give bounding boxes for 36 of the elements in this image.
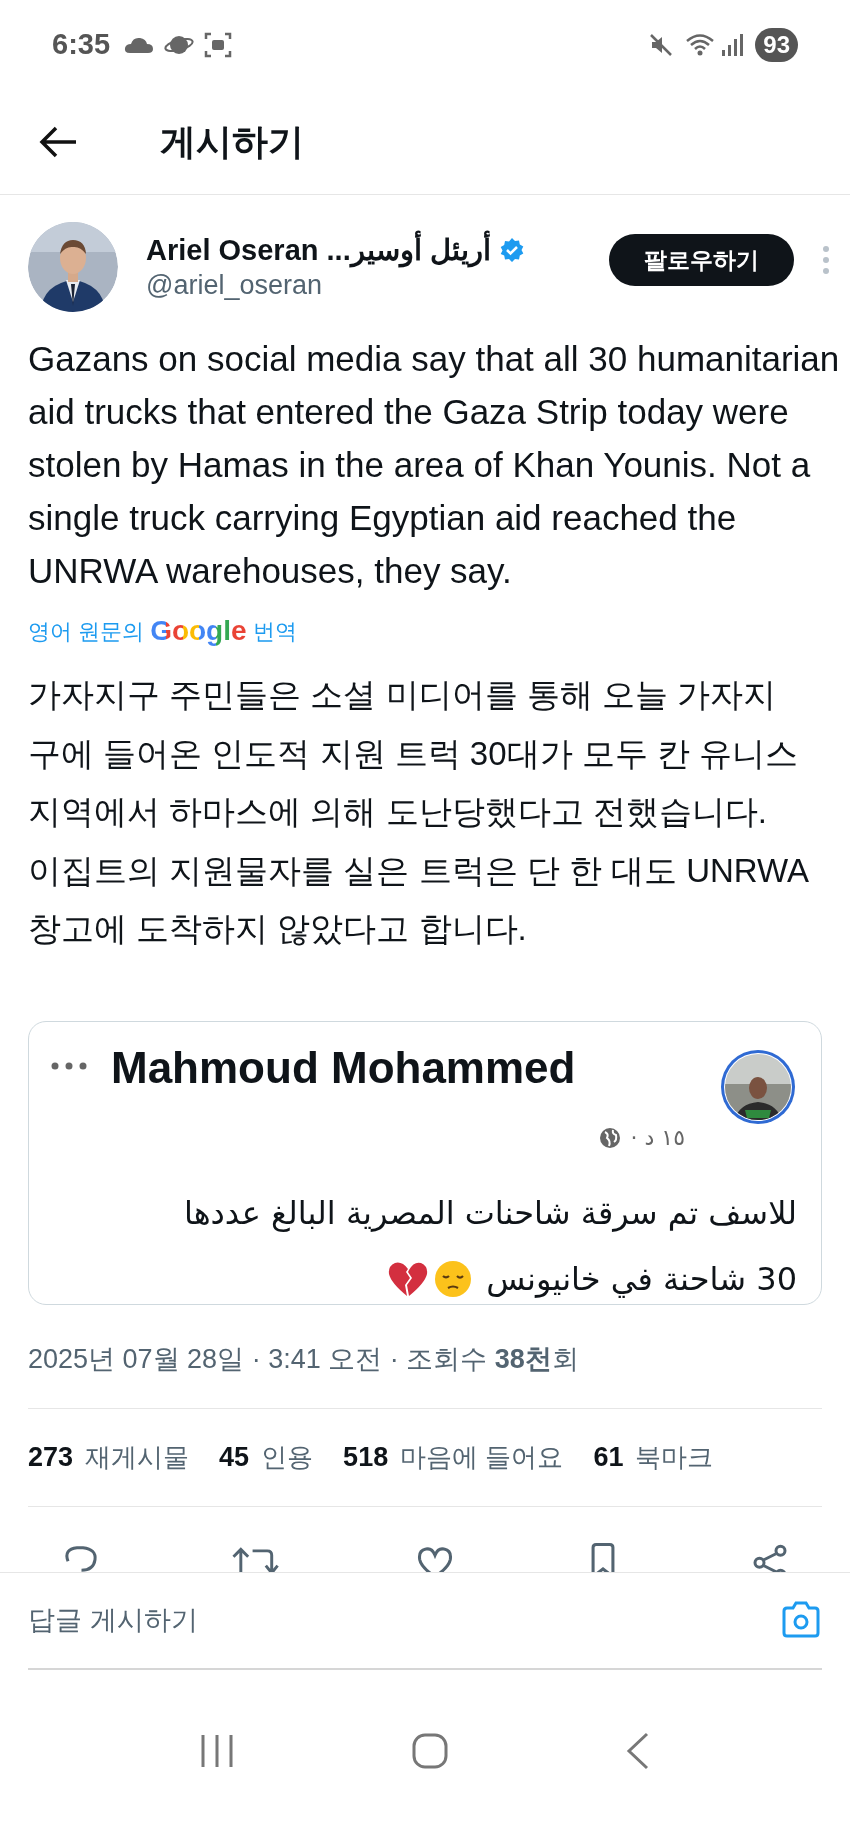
wifi-icon	[685, 32, 716, 58]
stat-label[interactable]: 북마크	[635, 1437, 714, 1477]
camera-icon[interactable]	[780, 1601, 822, 1639]
reply-placeholder[interactable]: 답글 게시하기	[28, 1599, 198, 1641]
quoted-post-text: للاسف تم سرقة شاحنات المصرية البالغ عددها	[184, 1192, 797, 1234]
sad-face-icon	[434, 1259, 473, 1298]
home-icon[interactable]	[412, 1732, 448, 1769]
back-arrow-icon[interactable]	[38, 125, 78, 159]
more-options-icon	[51, 1061, 87, 1070]
stat-count[interactable]: 518	[343, 1436, 389, 1478]
post-text: Gazans on social media say that all 30 humanitarian aid trucks that entered the Gaza Strip today were stolen by Hamas in the area of Khan Younis. Not a single truck carrying Egyptian aid reached the UNRWA warehouses, they say.	[28, 338, 841, 592]
screenshot-icon	[204, 31, 233, 59]
follow-button[interactable]: 팔로우하기	[609, 234, 794, 286]
stat-label[interactable]: 인용	[261, 1437, 314, 1477]
page-title: 게시하기	[160, 120, 304, 164]
share-icon[interactable]	[752, 1542, 788, 1572]
stat-count[interactable]: 273	[28, 1436, 74, 1478]
quoted-author-name: Mahmoud Mohammed	[111, 1043, 576, 1092]
planet-icon	[164, 33, 195, 57]
translated-text: 가자지구 주민들은 소셜 미디어를 통해 오늘 가자지구에 들어온 인도적 지원 트럭 30대가 모두 칸 유니스 지역에서 하마스에 의해 도난당했다고 전했습니다. 이집트의 지원물자를 실은 트럭은 단 한 대도 UNRWA 창고에 도착하지 않았다고 합니다.	[28, 675, 808, 949]
quoted-post-time: ١٥ د ·	[630, 1124, 685, 1152]
signal-icon	[721, 33, 744, 57]
stat-count[interactable]: 61	[593, 1436, 624, 1478]
status-time: 6:35	[52, 27, 111, 63]
stat-count[interactable]: 45	[219, 1436, 250, 1478]
cloud-icon	[124, 36, 155, 54]
battery-level: 93	[755, 28, 798, 62]
quoted-post-text: 30 شاحنة في خانيونس	[486, 1258, 797, 1300]
author-name[interactable]: Ariel Oseran ...أريئل أوسير	[146, 232, 491, 268]
author-handle: @ariel_oseran	[146, 269, 323, 302]
stat-label[interactable]: 재게시물	[85, 1437, 190, 1477]
mute-icon	[649, 33, 674, 57]
broken-heart-icon	[388, 1260, 429, 1297]
globe-icon	[598, 1126, 621, 1149]
stat-label[interactable]: 마음에 들어요	[400, 1437, 564, 1477]
post-timestamp: 2025년 07월 28일 · 3:41 오전 · 조회수 38천회	[28, 1343, 579, 1377]
